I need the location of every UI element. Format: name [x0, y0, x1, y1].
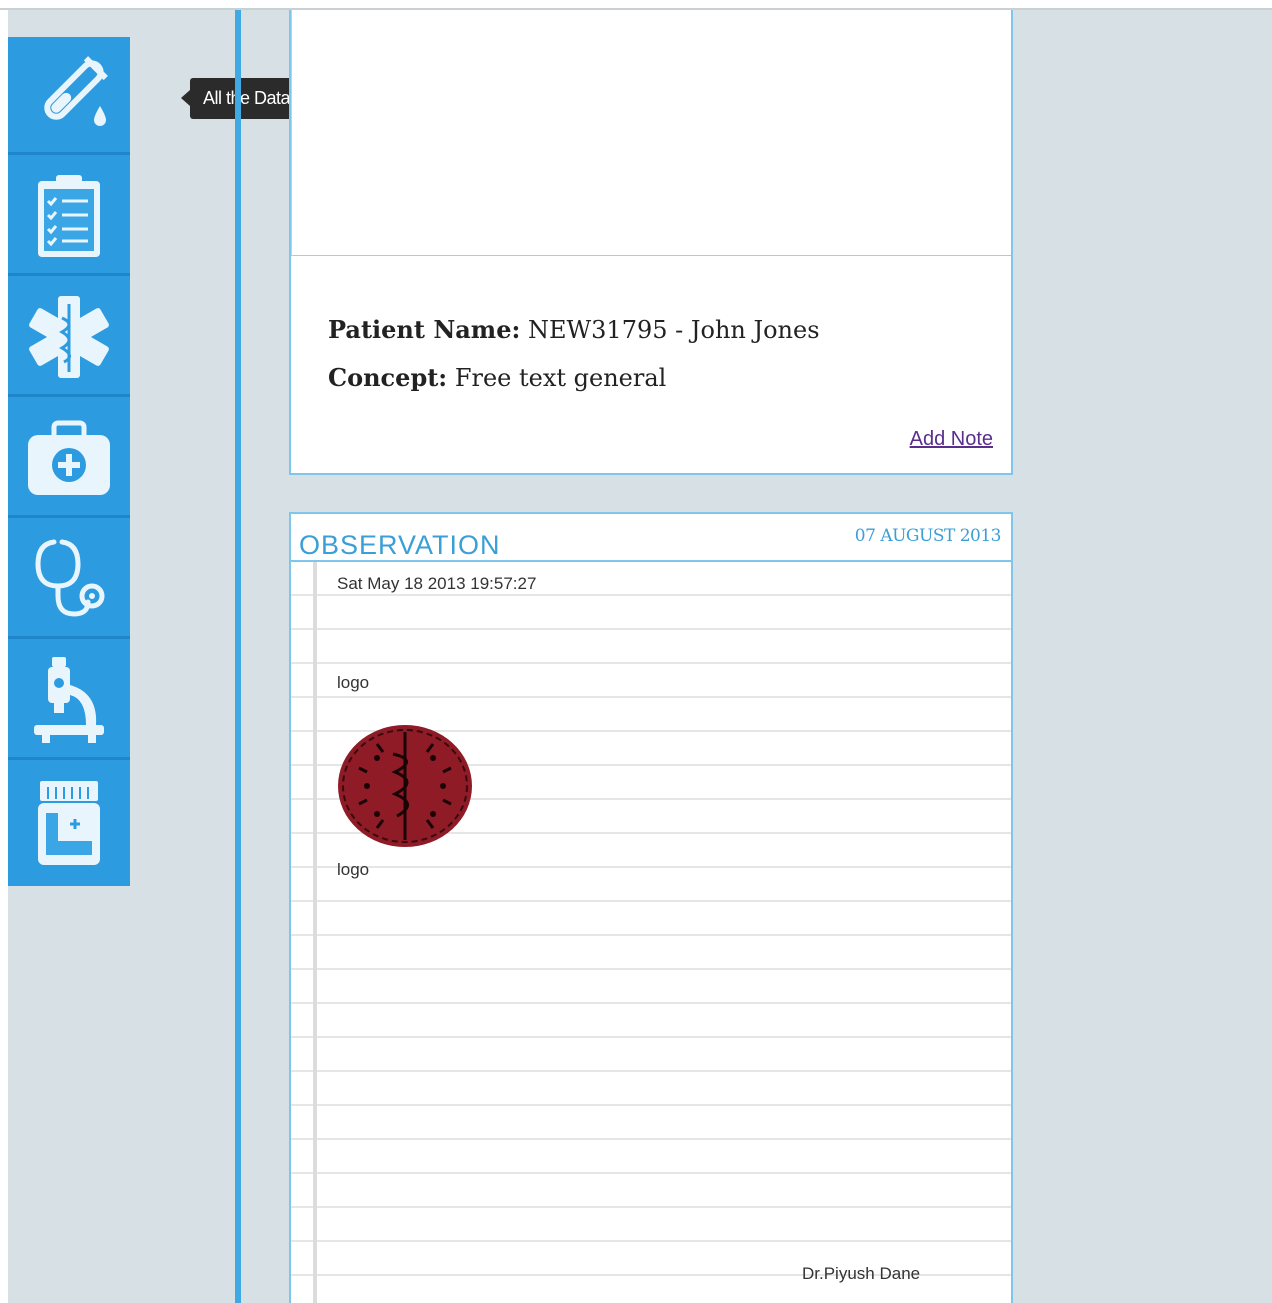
patient-preview-area [291, 10, 1011, 256]
sidebar-item-medications[interactable] [8, 763, 130, 881]
observation-title: OBSERVATION [299, 530, 501, 560]
stethoscope-icon [35, 539, 105, 617]
test-tube-icon [44, 55, 108, 126]
logo-label-top: logo [337, 673, 370, 692]
concept-label: Concept: [328, 363, 448, 392]
top-border [0, 0, 1272, 10]
patient-name-value: NEW31795 - John Jones [527, 316, 820, 344]
sidebar-item-laboratory[interactable] [8, 642, 130, 760]
patient-name-row: Patient Name: NEW31795 - John Jones [328, 315, 820, 344]
concept-row: Concept: Free text general [328, 363, 666, 392]
patient-name-label: Patient Name: [328, 315, 521, 344]
tooltip-all-the-data: All the Data [190, 78, 304, 119]
timeline-line [235, 10, 241, 1303]
clipboard-checklist-icon [38, 174, 100, 257]
sidebar-item-records[interactable] [8, 158, 130, 276]
patient-card: Patient Name: NEW31795 - John Jones Conc… [289, 10, 1013, 475]
sidebar [8, 37, 130, 886]
logo-label-bottom: logo [337, 860, 370, 879]
concept-value: Free text general [454, 364, 667, 392]
sidebar-item-emergency[interactable] [8, 279, 130, 397]
observation-card: OBSERVATION 07 AUGUST 2013 Sat May 18 20… [289, 512, 1013, 1303]
star-of-life-icon [29, 295, 109, 378]
observation-header: OBSERVATION 07 AUGUST 2013 [291, 514, 1011, 562]
add-note-link[interactable]: Add Note [910, 428, 993, 451]
medicine-jar-icon [38, 781, 100, 865]
sidebar-item-examination[interactable] [8, 521, 130, 639]
tooltip-arrow [181, 90, 190, 106]
medical-seal-logo [338, 725, 472, 847]
sidebar-item-all-data[interactable] [8, 37, 130, 155]
observation-body: Sat May 18 2013 19:57:27 logo logo Dr.Pi… [291, 562, 1011, 1303]
notebook-margin-line [313, 562, 317, 1303]
left-edge [0, 10, 8, 1303]
microscope-icon [34, 656, 104, 743]
observation-timestamp: Sat May 18 2013 19:57:27 [337, 574, 537, 593]
sidebar-item-first-aid[interactable] [8, 400, 130, 518]
observation-date: 07 AUGUST 2013 [854, 526, 1002, 546]
doctor-signature: Dr.Piyush Dane [802, 1264, 921, 1283]
first-aid-kit-icon [28, 420, 110, 495]
